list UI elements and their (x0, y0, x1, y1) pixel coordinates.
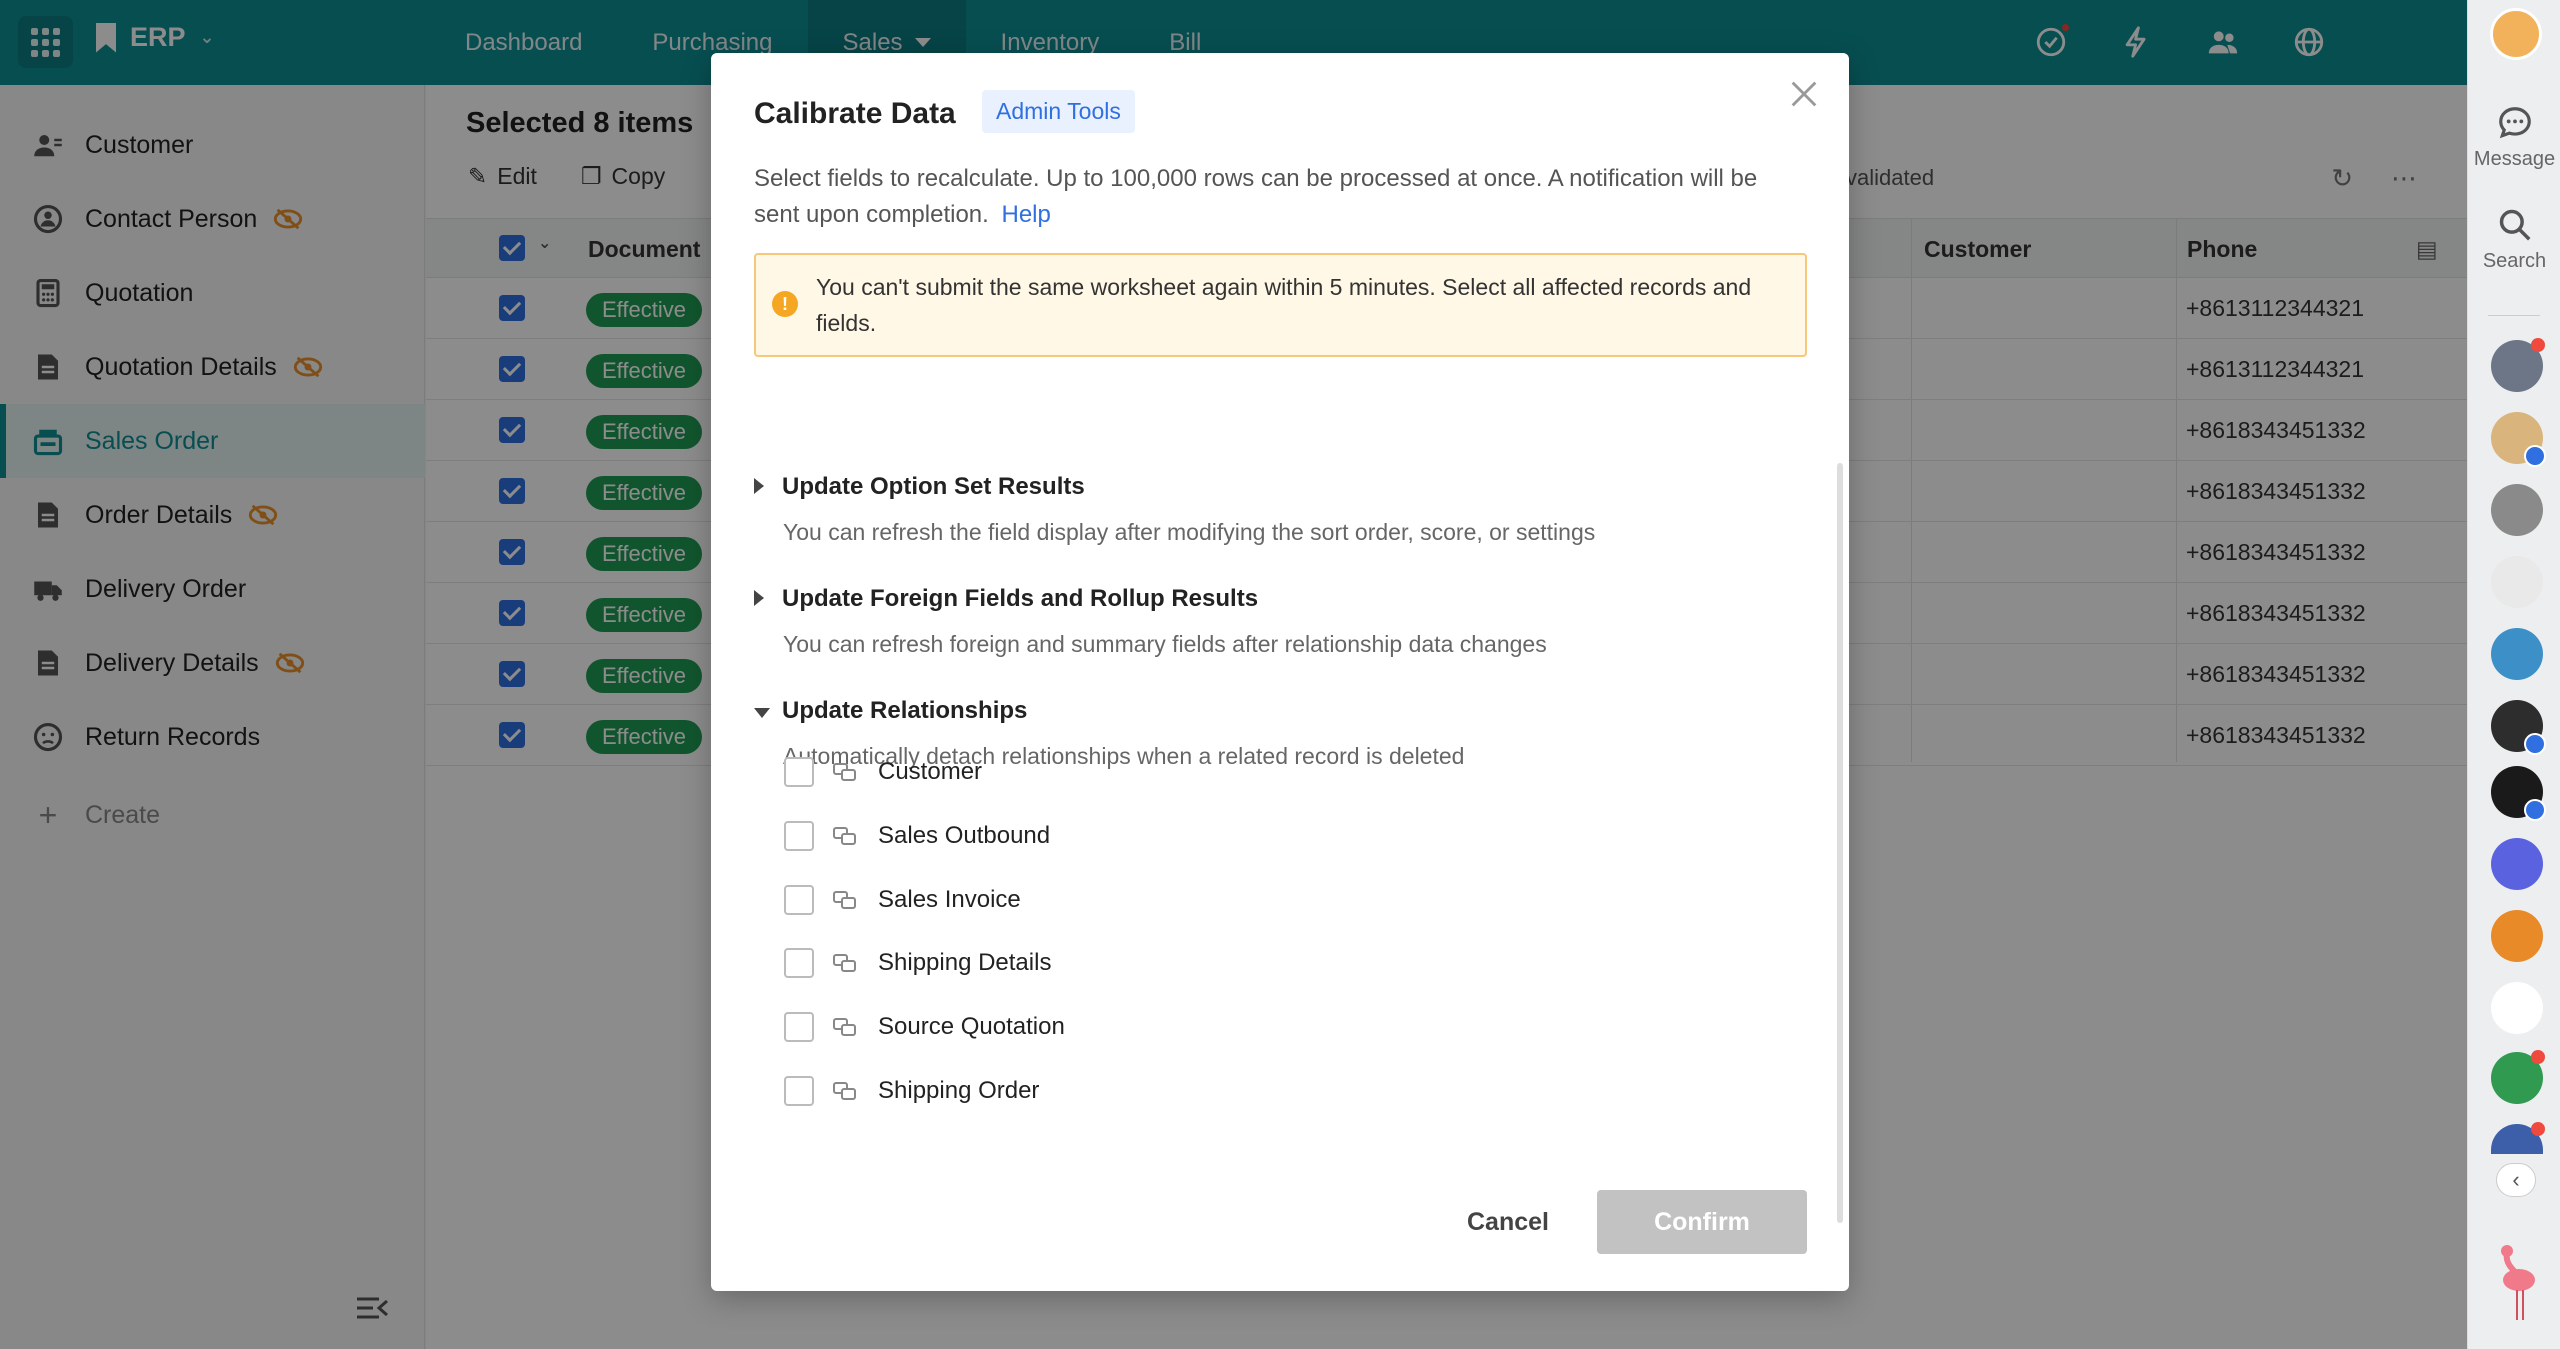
option-checkbox[interactable] (784, 885, 814, 915)
relationship-icon (833, 763, 856, 781)
verified-badge (2524, 733, 2546, 755)
calibrate-data-dialog: Calibrate Data Admin Tools Select fields… (711, 53, 1849, 1291)
caret-down-icon (754, 708, 770, 718)
cancel-button[interactable]: Cancel (1427, 1190, 1589, 1254)
section-title: Update Foreign Fields and Rollup Results (782, 585, 1259, 612)
option-label: Shipping Details (878, 949, 1052, 976)
chat-avatar[interactable] (2491, 556, 2543, 608)
notification-dot (2531, 1122, 2545, 1136)
user-avatar[interactable] (2490, 8, 2542, 60)
relationship-option-shipping-details[interactable]: Shipping Details (784, 946, 1051, 980)
relationship-icon (833, 1018, 856, 1036)
rail-message-button[interactable]: Message (2468, 104, 2560, 171)
verified-badge (2524, 445, 2546, 467)
search-icon (2499, 209, 2530, 241)
flamingo-icon-graphic (2501, 1245, 2535, 1320)
option-checkbox[interactable] (784, 757, 814, 787)
relationship-option-sales-invoice[interactable]: Sales Invoice (784, 883, 1021, 917)
section-option-set: Update Option Set Results You can refres… (754, 473, 1595, 546)
chat-avatar[interactable] (2491, 1122, 2545, 1154)
admin-tools-tag: Admin Tools (982, 90, 1135, 133)
notification-dot (2531, 338, 2545, 352)
section-title: Update Relationships (782, 697, 1028, 724)
option-checkbox[interactable] (784, 948, 814, 978)
section-toggle[interactable]: Update Option Set Results (754, 473, 1595, 501)
relationship-option-source-quotation[interactable]: Source Quotation (784, 1010, 1065, 1044)
verified-badge (2524, 799, 2546, 821)
description-text: Select fields to recalculate. Up to 100,… (754, 165, 1758, 228)
option-label: Sales Invoice (878, 886, 1021, 913)
chat-avatar[interactable] (2491, 412, 2546, 467)
rail-search-button[interactable]: Search (2468, 206, 2560, 273)
confirm-button[interactable]: Confirm (1597, 1190, 1807, 1254)
caret-right-icon (754, 590, 764, 606)
section-foreign-fields: Update Foreign Fields and Rollup Results… (754, 585, 1547, 658)
flamingo-icon[interactable] (2491, 1245, 2543, 1320)
rail-divider (2488, 315, 2540, 316)
group-chat-icon[interactable] (2491, 1050, 2545, 1104)
option-label: Sales Outbound (878, 822, 1051, 849)
notification-dot (2531, 1050, 2545, 1064)
help-link[interactable]: Help (1002, 201, 1051, 228)
caret-right-icon (754, 478, 764, 494)
dialog-description: Select fields to recalculate. Up to 100,… (754, 161, 1804, 233)
warning-text: You can't submit the same worksheet agai… (816, 274, 1752, 336)
lightning-bot-icon[interactable] (2491, 838, 2543, 890)
option-checkbox[interactable] (784, 1076, 814, 1106)
option-checkbox[interactable] (784, 1012, 814, 1042)
relationship-option-customer[interactable]: Customer (784, 755, 982, 789)
notifications-bell-icon[interactable] (2491, 338, 2545, 392)
option-label: Source Quotation (878, 1013, 1065, 1040)
rail-message-label: Message (2473, 148, 2556, 170)
dialog-scrollbar[interactable] (1837, 463, 1843, 1223)
chat-avatar[interactable] (2491, 766, 2546, 821)
chat-avatar[interactable] (2491, 484, 2543, 536)
option-checkbox[interactable] (784, 821, 814, 851)
section-toggle[interactable]: Update Foreign Fields and Rollup Results (754, 585, 1547, 613)
relationship-option-sales-outbound[interactable]: Sales Outbound (784, 819, 1050, 853)
close-icon[interactable] (1787, 77, 1821, 111)
warning-banner: ! You can't submit the same worksheet ag… (754, 253, 1807, 357)
option-label: Shipping Order (878, 1077, 1040, 1104)
right-rail: Message Search ‹ (2467, 0, 2560, 1349)
section-subtitle: You can refresh foreign and summary fiel… (783, 631, 1547, 657)
grid-bot-icon[interactable] (2491, 910, 2543, 962)
section-title: Update Option Set Results (782, 473, 1085, 500)
section-toggle[interactable]: Update Relationships (754, 697, 1464, 725)
dialog-title: Calibrate Data (754, 97, 956, 130)
relationship-option-shipping-order[interactable]: Shipping Order (784, 1074, 1039, 1108)
chat-avatar[interactable] (2491, 628, 2543, 680)
relationship-icon (833, 891, 856, 909)
chat-avatar[interactable] (2491, 700, 2546, 755)
option-label: Customer (878, 758, 983, 785)
chat-icon (2498, 107, 2531, 139)
relationship-icon (833, 1082, 856, 1100)
rail-collapse-button[interactable]: ‹ (2496, 1163, 2536, 1197)
rail-search-label: Search (2482, 250, 2547, 272)
relationship-icon (833, 827, 856, 845)
info-icon: ! (772, 291, 798, 317)
section-subtitle: You can refresh the field display after … (783, 519, 1596, 545)
relationship-icon (833, 954, 856, 972)
wheel-bot-icon[interactable] (2491, 982, 2543, 1034)
